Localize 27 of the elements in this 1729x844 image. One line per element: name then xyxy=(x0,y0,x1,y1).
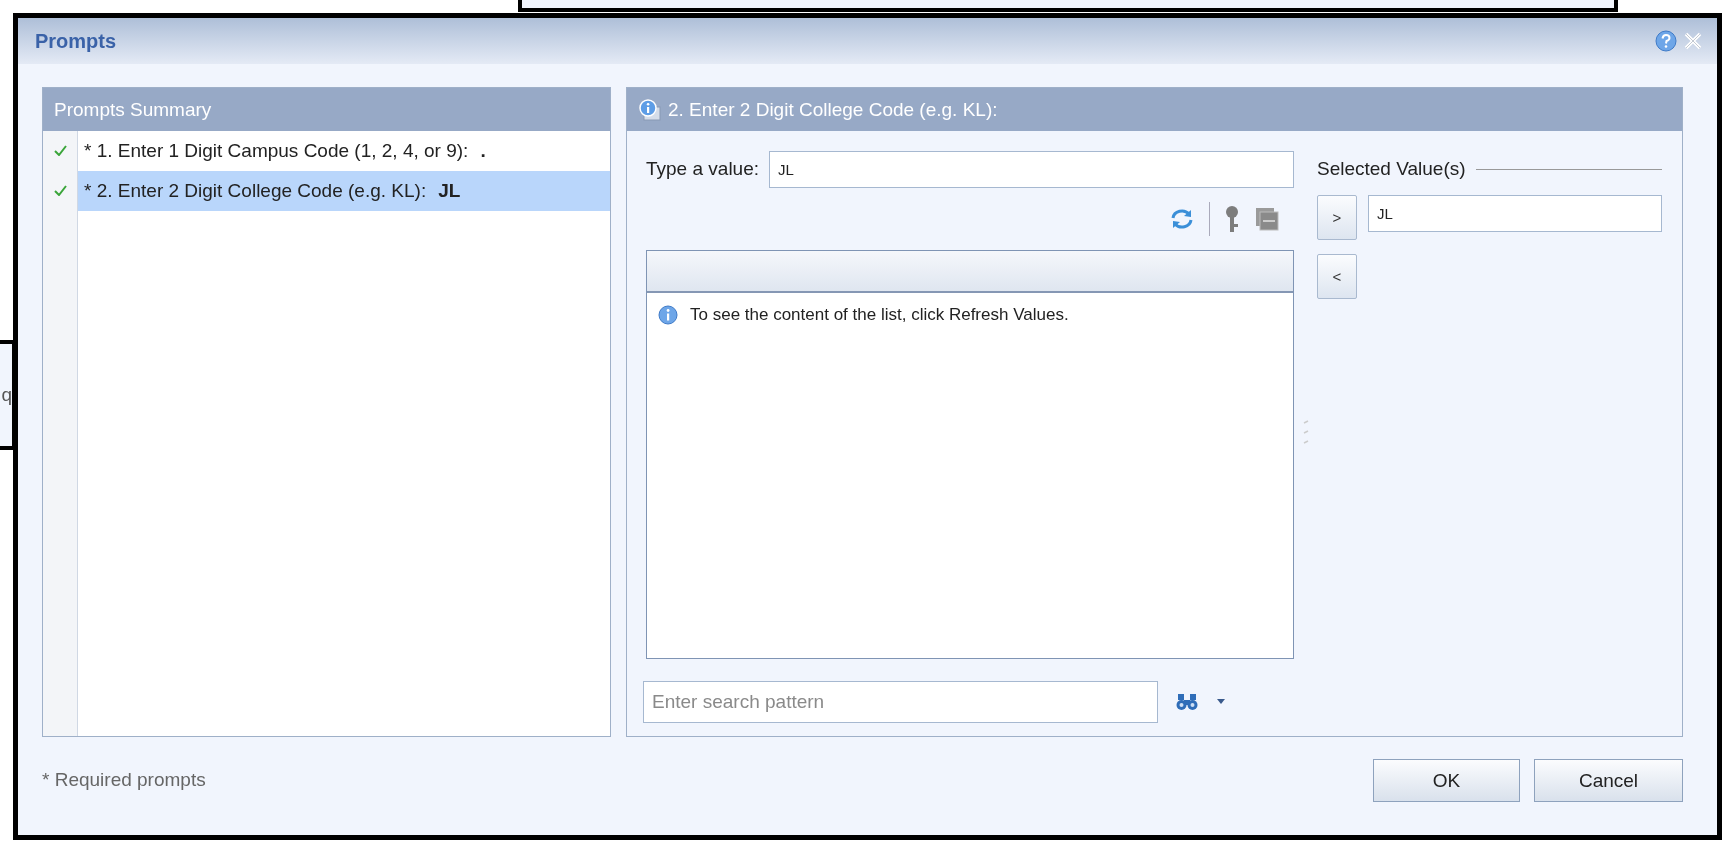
search-field[interactable]: Enter search pattern xyxy=(643,681,1158,723)
help-icon[interactable] xyxy=(1655,30,1677,52)
stacked-pages-icon[interactable] xyxy=(1254,206,1280,232)
footnote: * Required prompts xyxy=(42,768,207,791)
caret-icon[interactable] xyxy=(1216,699,1226,705)
cancel-button[interactable]: Cancel xyxy=(1534,759,1683,802)
field-label: Type a value: xyxy=(646,158,760,180)
ok-button[interactable]: OK xyxy=(1373,759,1520,802)
info-icon xyxy=(638,98,662,121)
info-icon xyxy=(658,305,678,325)
value-input[interactable]: JL xyxy=(769,150,1294,188)
section-heading: Selected Value(s) xyxy=(1317,158,1466,180)
prompt-item[interactable]: * 2. Enter 2 Digit College Code (e.g. KL): JL xyxy=(78,171,610,211)
background-window-text: q xyxy=(1,384,12,406)
window-title: Prompts xyxy=(35,29,118,53)
refresh-icon[interactable] xyxy=(1169,207,1195,231)
selected-value-field[interactable]: JL xyxy=(1368,195,1662,232)
prompt-item[interactable]: * 1. Enter 1 Digit Campus Code (1, 2, 4, or 9): . xyxy=(78,131,610,171)
key-icon[interactable] xyxy=(1224,205,1240,233)
list-message: To see the content of the list, click Refresh Values. xyxy=(690,305,1069,325)
panel-header: Prompts Summary xyxy=(43,88,610,131)
remove-button[interactable]: < xyxy=(1317,254,1357,299)
panel-header: 2. Enter 2 Digit College Code (e.g. KL): xyxy=(668,98,998,121)
binoculars-icon[interactable] xyxy=(1176,692,1198,712)
add-button[interactable]: > xyxy=(1317,195,1357,240)
check-icon xyxy=(53,185,67,196)
check-icon xyxy=(53,145,67,156)
